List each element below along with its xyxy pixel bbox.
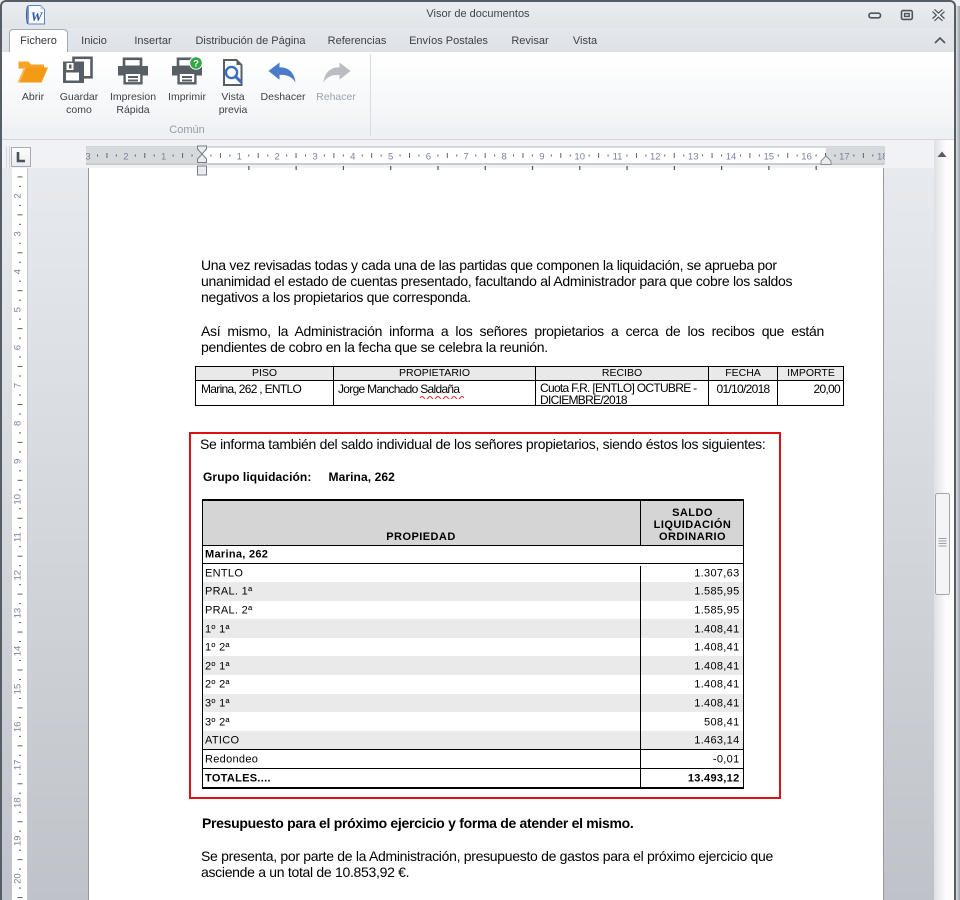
- svg-text:W: W: [31, 9, 44, 24]
- svg-text:11: 11: [613, 152, 623, 163]
- svg-text:18: 18: [13, 797, 24, 808]
- svg-text:17: 17: [13, 760, 24, 771]
- svg-text:14: 14: [726, 152, 737, 163]
- svg-text:14: 14: [13, 646, 24, 657]
- svg-text:2: 2: [123, 152, 128, 163]
- svg-text:3: 3: [13, 231, 24, 236]
- svg-text:3: 3: [86, 152, 91, 163]
- svg-text:4: 4: [350, 152, 355, 163]
- svg-text:1: 1: [237, 152, 242, 163]
- svg-text:17: 17: [839, 152, 850, 163]
- svg-text:8: 8: [501, 152, 506, 163]
- svg-text:15: 15: [13, 684, 24, 695]
- svg-text:5: 5: [388, 152, 393, 163]
- svg-text:4: 4: [13, 269, 24, 274]
- svg-text:16: 16: [13, 722, 24, 733]
- svg-text:5: 5: [13, 307, 24, 312]
- svg-text:1: 1: [161, 152, 166, 163]
- svg-text:6: 6: [13, 345, 24, 350]
- svg-text:10: 10: [574, 152, 585, 163]
- svg-text:7: 7: [464, 152, 469, 163]
- svg-text:9: 9: [13, 459, 24, 464]
- svg-text:2: 2: [13, 193, 24, 198]
- svg-text:6: 6: [426, 152, 431, 163]
- svg-text:3: 3: [312, 152, 317, 163]
- svg-text:20: 20: [13, 873, 24, 884]
- svg-text:16: 16: [801, 152, 812, 163]
- svg-text:7: 7: [13, 383, 24, 388]
- svg-text:8: 8: [13, 421, 24, 426]
- svg-text:15: 15: [764, 152, 775, 163]
- svg-text:13: 13: [13, 608, 24, 619]
- svg-text:?: ?: [193, 58, 199, 69]
- svg-text:2: 2: [274, 152, 279, 163]
- svg-text:18: 18: [877, 152, 885, 163]
- svg-text:19: 19: [13, 835, 24, 846]
- svg-text:9: 9: [539, 152, 544, 163]
- svg-text:13: 13: [688, 152, 699, 163]
- svg-text:12: 12: [13, 570, 24, 581]
- svg-text:10: 10: [13, 494, 24, 505]
- svg-text:12: 12: [650, 152, 661, 163]
- svg-text:11: 11: [13, 532, 24, 542]
